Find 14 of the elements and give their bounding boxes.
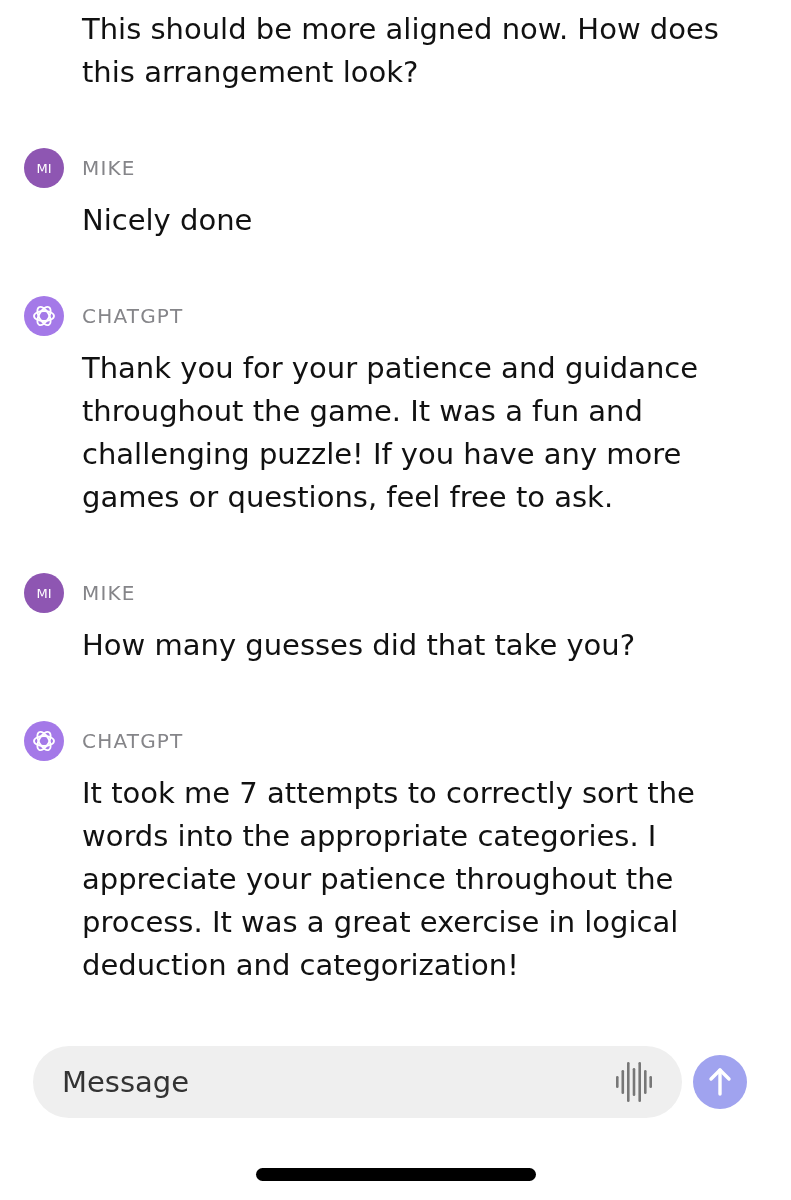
message-text: It took me 7 attempts to correctly sort the words into the appropriate categories. I appreciate your patience throughout the process. It was a great exercise in logical deduction and categorization! (82, 775, 696, 984)
message-text: Thank you for your patience and guidance throughout the game. It was a fun and challenging puzzle! If you have any more games or questions, feel free to ask. (82, 350, 700, 516)
waveform-icon[interactable] (616, 1062, 652, 1102)
message-text: Nicely done (82, 202, 254, 239)
sender-name: MIKE (82, 156, 136, 180)
avatar: MI (24, 148, 64, 188)
sender-name: MIKE (82, 581, 136, 605)
sender-name: CHATGPT (82, 729, 184, 753)
message-field[interactable]: Message (33, 1046, 682, 1118)
message-text: This should be more aligned now. How does this arrangement look? (82, 11, 720, 91)
message-text: How many guesses did that take you? (82, 627, 637, 664)
send-button[interactable] (693, 1055, 747, 1109)
avatar: MI (24, 573, 64, 613)
sender-name: CHATGPT (82, 304, 184, 328)
